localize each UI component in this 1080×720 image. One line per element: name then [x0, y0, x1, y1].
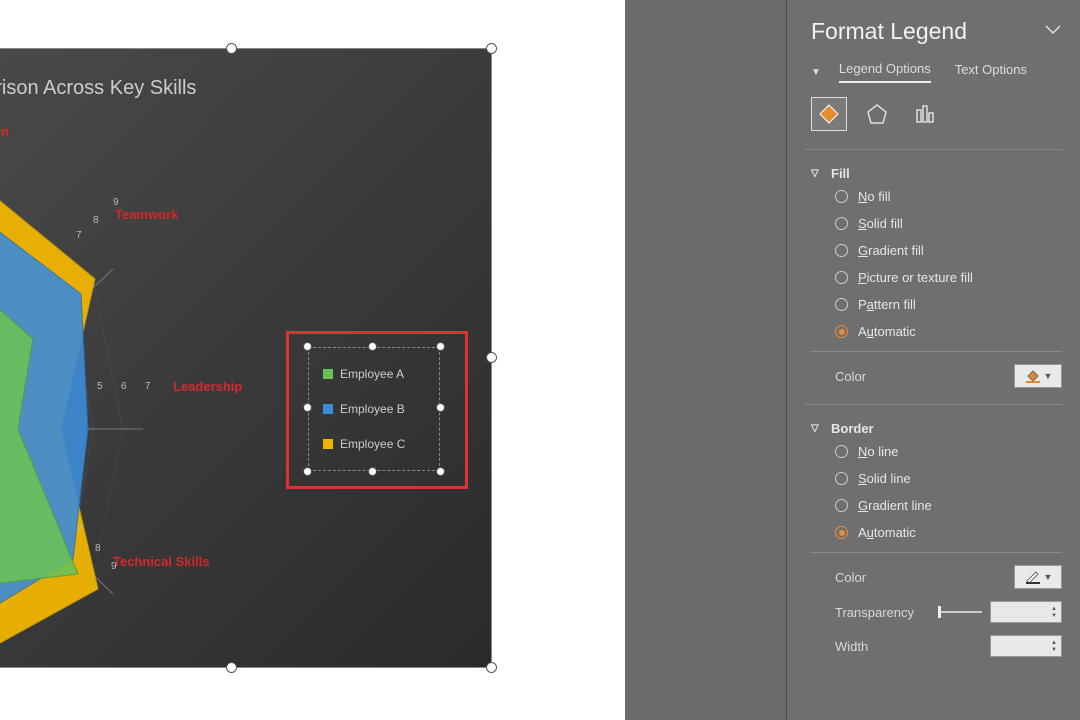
- fill-pattern[interactable]: Pattern fill: [835, 297, 1062, 312]
- resize-handle[interactable]: [436, 467, 445, 476]
- legend-entry[interactable]: Employee B: [309, 400, 439, 418]
- radio-icon: [835, 298, 848, 311]
- spin-up[interactable]: ▲: [1049, 640, 1059, 646]
- radio-icon: [835, 244, 848, 257]
- fill-section-header[interactable]: ▽ Fill: [811, 160, 1062, 187]
- radio-icon: [835, 190, 848, 203]
- resize-handle[interactable]: [368, 467, 377, 476]
- radio-icon: [835, 271, 848, 284]
- border-solid[interactable]: Solid line: [835, 471, 1062, 486]
- tick-label: 6: [121, 381, 127, 392]
- fill-and-line-icon[interactable]: [811, 97, 847, 131]
- border-section-title: Border: [831, 421, 874, 436]
- legend-entry[interactable]: Employee A: [309, 365, 439, 383]
- legend-swatch: [323, 404, 333, 414]
- axis-label-top: on: [0, 124, 9, 139]
- tick-label: 9: [111, 561, 117, 572]
- resize-handle[interactable]: [486, 43, 497, 54]
- resize-handle[interactable]: [303, 467, 312, 476]
- fill-no-fill[interactable]: No fill: [835, 189, 1062, 204]
- chevron-down-icon: [1044, 24, 1062, 36]
- panel-collapse-button[interactable]: [1044, 24, 1062, 39]
- legend-label: Employee C: [340, 437, 405, 451]
- tick-label: 7: [145, 381, 151, 392]
- panel-title: Format Legend: [811, 18, 967, 45]
- tab-dropdown-caret[interactable]: ▼: [811, 67, 821, 78]
- border-section-header[interactable]: ▽ Border: [811, 415, 1062, 442]
- chevron-down-icon: ▽: [811, 423, 823, 434]
- tab-text-options[interactable]: Text Options: [955, 62, 1027, 82]
- tick-label: 8: [93, 215, 99, 226]
- legend-options-icon[interactable]: [907, 97, 943, 131]
- legend-label: Employee A: [340, 367, 404, 381]
- radio-icon: [835, 325, 848, 338]
- effects-icon[interactable]: [859, 97, 895, 131]
- pen-icon: [1024, 569, 1042, 585]
- axis-label-e: Leadership: [173, 379, 242, 394]
- radio-icon: [835, 499, 848, 512]
- resize-handle[interactable]: [436, 403, 445, 412]
- chart-legend[interactable]: Employee A Employee B Employee C: [308, 347, 440, 471]
- resize-handle[interactable]: [486, 352, 497, 363]
- border-gradient[interactable]: Gradient line: [835, 498, 1062, 513]
- paint-bucket-icon: [1024, 368, 1042, 384]
- border-no-line[interactable]: No line: [835, 444, 1062, 459]
- axis-label-se: Technical Skills: [113, 554, 210, 569]
- tick-label: 7: [76, 230, 82, 241]
- radio-icon: [835, 526, 848, 539]
- radio-icon: [835, 445, 848, 458]
- chevron-down-icon: ▼: [1044, 371, 1053, 381]
- resize-handle[interactable]: [486, 662, 497, 673]
- fill-automatic[interactable]: Automatic: [835, 324, 1062, 339]
- fill-color-button[interactable]: ▼: [1014, 364, 1062, 388]
- border-color-button[interactable]: ▼: [1014, 565, 1062, 589]
- width-input[interactable]: ▲▼: [990, 635, 1062, 657]
- radio-icon: [835, 472, 848, 485]
- radio-icon: [835, 217, 848, 230]
- spin-down[interactable]: ▼: [1049, 647, 1059, 653]
- format-legend-panel: Format Legend ▼ Legend Options Text Opti…: [786, 0, 1080, 720]
- tick-label: 8: [95, 543, 101, 554]
- spin-up[interactable]: ▲: [1049, 606, 1059, 612]
- border-automatic[interactable]: Automatic: [835, 525, 1062, 540]
- tick-label: 7: [77, 524, 83, 535]
- spin-down[interactable]: ▼: [1049, 613, 1059, 619]
- resize-handle[interactable]: [226, 43, 237, 54]
- legend-entry[interactable]: Employee C: [309, 435, 439, 453]
- chart-object[interactable]: parison Across Key Skills: [0, 48, 492, 668]
- chevron-down-icon: ▽: [811, 168, 823, 179]
- resize-handle[interactable]: [368, 342, 377, 351]
- fill-gradient[interactable]: Gradient fill: [835, 243, 1062, 258]
- tab-legend-options[interactable]: Legend Options: [839, 61, 931, 83]
- tick-label: 9: [113, 197, 119, 208]
- transparency-input[interactable]: ▲▼: [990, 601, 1062, 623]
- fill-section-title: Fill: [831, 166, 850, 181]
- resize-handle[interactable]: [303, 403, 312, 412]
- axis-label-ne: Teamwork: [115, 207, 178, 222]
- chevron-down-icon: ▼: [1044, 572, 1053, 582]
- legend-items: Employee A Employee B Employee C: [309, 348, 439, 470]
- resize-handle[interactable]: [303, 342, 312, 351]
- resize-handle[interactable]: [436, 342, 445, 351]
- slide-workspace: parison Across Key Skills: [0, 0, 786, 720]
- legend-label: Employee B: [340, 402, 405, 416]
- transparency-slider[interactable]: [938, 602, 982, 622]
- fill-picture[interactable]: Picture or texture fill: [835, 270, 1062, 285]
- fill-solid[interactable]: Solid fill: [835, 216, 1062, 231]
- slide-page: parison Across Key Skills: [0, 0, 625, 720]
- tick-label: 5: [97, 381, 103, 392]
- legend-swatch: [323, 439, 333, 449]
- legend-swatch: [323, 369, 333, 379]
- chart-title[interactable]: parison Across Key Skills: [0, 77, 491, 100]
